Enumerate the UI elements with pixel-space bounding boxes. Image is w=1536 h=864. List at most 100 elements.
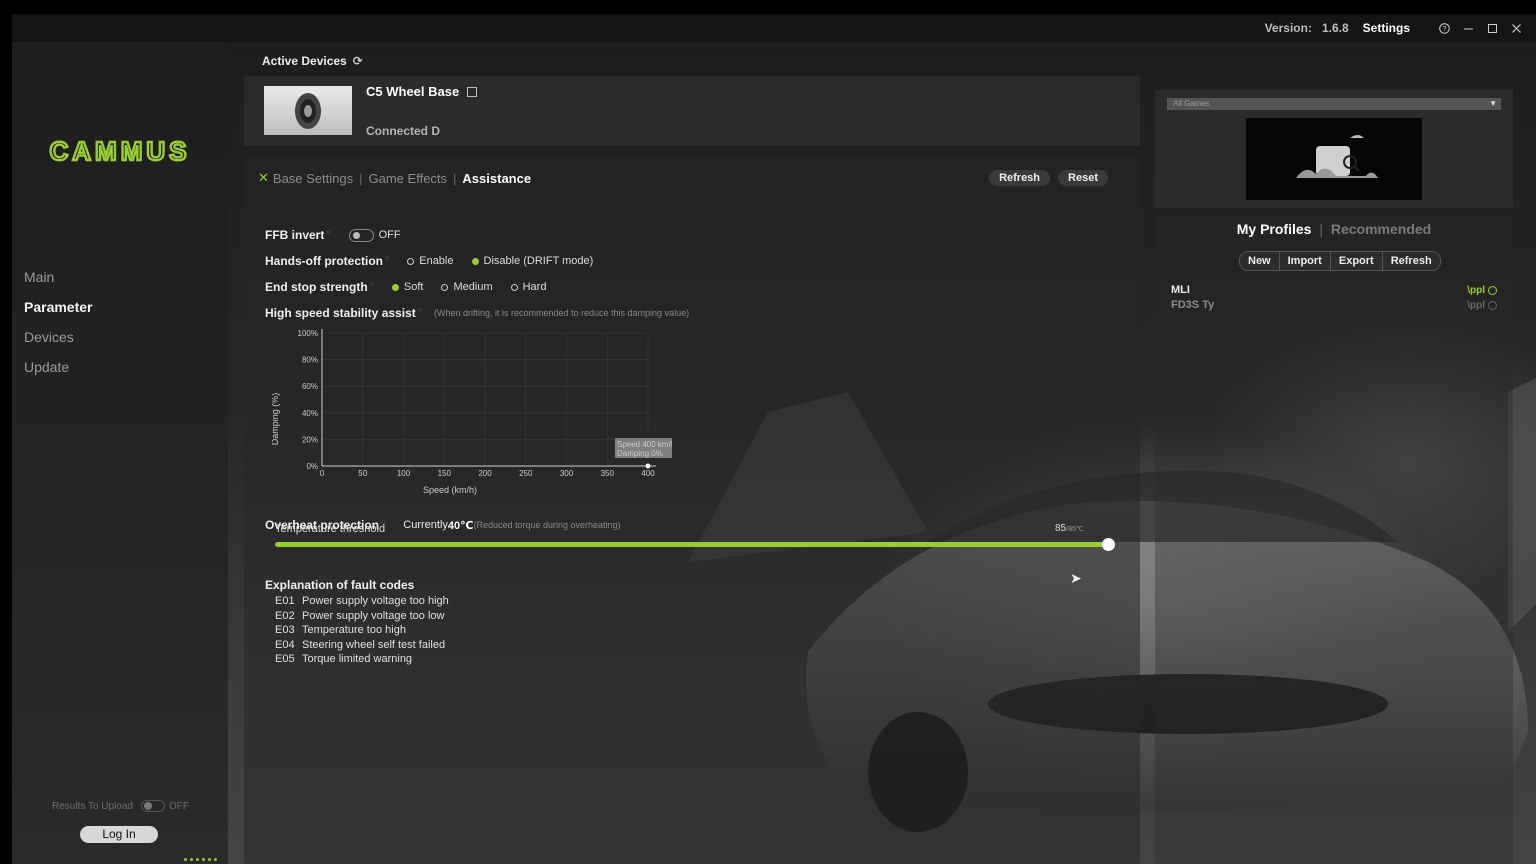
edit-icon[interactable] [467, 86, 478, 97]
tab-recommended[interactable]: Recommended [1331, 221, 1431, 237]
info-icon: ○ [417, 306, 422, 314]
version-label: Version: [1264, 21, 1312, 35]
tools-icon: ✕ [258, 170, 269, 185]
hands-off-label: Hands-off protection [265, 254, 383, 268]
device-name: C5 Wheel Base [366, 84, 478, 99]
chart-tooltip: Speed 400 km/h Damping 0% [615, 438, 672, 458]
chart-grid [321, 332, 649, 467]
ffb-invert-toggle[interactable] [348, 228, 374, 242]
sidebar-item-devices[interactable]: Devices [24, 322, 93, 352]
new-profile-button[interactable]: New [1240, 252, 1280, 270]
x-tick-label: 150 [438, 469, 452, 478]
profile-name: FD3S Ty [1171, 299, 1215, 311]
mouse-cursor-icon: ➤ [1070, 570, 1082, 586]
help-icon[interactable]: ? [1438, 22, 1450, 34]
tooltip-line1: Speed 400 km/h [617, 440, 672, 449]
overheat-note: (Reduced torque during overheating) [473, 520, 621, 530]
y-tick-label: 0% [306, 462, 318, 471]
login-button[interactable]: Log In [80, 826, 158, 843]
end-stop-hard-radio[interactable]: Hard [510, 281, 546, 293]
refresh-profiles-button[interactable]: Refresh [1382, 252, 1440, 270]
tab-base-settings[interactable]: Base Settings [273, 171, 353, 186]
maximize-icon[interactable] [1486, 22, 1498, 34]
profile-tabs: My Profiles | Recommended [1155, 221, 1513, 237]
list-item: E01 Power supply voltage too high [275, 595, 449, 607]
fault-codes-list: E01 Power supply voltage too high E02 Powe… [275, 594, 449, 667]
temperature-slider-fill [275, 542, 1108, 547]
y-tick-label: 40% [302, 409, 318, 418]
high-speed-hint: (When drifting, it is recommended to red… [433, 308, 690, 318]
hands-off-enable-radio[interactable]: Enable [407, 255, 454, 267]
y-tick-label: 20% [302, 435, 318, 444]
svg-text:CAMMUS: CAMMUS [50, 138, 191, 166]
y-tick-label: 60% [302, 382, 318, 391]
apply-profile-button[interactable]: \ppl [1467, 285, 1497, 296]
svg-text:?: ? [1442, 26, 1446, 33]
profile-name: MLI [1171, 284, 1190, 296]
ffb-invert-row: FFB invert ○ OFF [265, 228, 401, 242]
sidebar-item-update[interactable]: Update [24, 352, 93, 382]
app-window: Version: 1.6.8 Settings ? CAMMUS Main Pa… [12, 14, 1536, 864]
hands-off-disable-radio[interactable]: Disable (DRIFT mode) [471, 255, 593, 267]
fault-codes-title: Explanation of fault codes [265, 578, 415, 592]
reset-button[interactable]: Reset [1058, 170, 1108, 186]
close-icon[interactable] [1510, 22, 1522, 34]
chart-points [645, 463, 651, 469]
ffb-invert-state: OFF [378, 229, 401, 241]
tab-assistance[interactable]: Assistance [462, 171, 531, 186]
sidebar: CAMMUS Main Parameter Devices Update Res… [12, 42, 228, 864]
results-upload-row: Results To Upload OFF [52, 800, 189, 812]
upload-toggle[interactable] [140, 800, 165, 812]
overheat-current-prefix: Currently [403, 519, 448, 531]
active-devices-title: Active Devices [262, 54, 347, 68]
refresh-button[interactable]: Refresh [989, 170, 1051, 186]
profile-row[interactable]: FD3S Ty \ppl [1171, 298, 1497, 312]
refresh-devices-icon[interactable]: ⟳ [353, 54, 363, 68]
chevron-down-icon[interactable]: ▼ [1489, 98, 1497, 110]
end-stop-label: End stop strength [265, 280, 368, 294]
end-stop-row: End stop strength ○ Soft Medium Hard [265, 280, 546, 294]
settings-panel: ✕ Base Settings | Game Effects | Assista… [244, 156, 1140, 864]
settings-link[interactable]: Settings [1363, 21, 1410, 35]
high-speed-row: High speed stability assist ○ (When drif… [265, 306, 689, 320]
check-circle-icon [1488, 300, 1497, 310]
chart-x-ticks: 0 50 100 150 200 250 300 350 400 [320, 469, 655, 478]
end-stop-medium-radio[interactable]: Medium [441, 281, 493, 293]
info-icon: ○ [385, 254, 390, 262]
sidebar-item-parameter[interactable]: Parameter [24, 292, 93, 322]
export-profile-button[interactable]: Export [1330, 252, 1383, 270]
import-profile-button[interactable]: Import [1279, 252, 1331, 270]
info-icon: ○ [326, 228, 331, 236]
ffb-invert-label: FFB invert [265, 228, 325, 242]
hands-off-row: Hands-off protection ○ Enable Disable (D… [265, 254, 593, 268]
tab-my-profiles[interactable]: My Profiles [1237, 221, 1312, 237]
main-content: Active Devices ⟳ C5 Wheel Base Connected… [228, 42, 1536, 864]
chart-y-ticks: 0% 20% 40% 60% 80% 100% [298, 329, 318, 471]
temperature-slider[interactable] [275, 538, 1115, 551]
game-select-value: All Games [1173, 99, 1210, 108]
tab-separator: | [359, 170, 363, 186]
x-tick-label: 200 [478, 469, 492, 478]
device-card[interactable]: C5 Wheel Base Connected D [244, 76, 1140, 146]
list-item: E04 Steering wheel self test failed [275, 638, 446, 651]
x-tick-label: 50 [358, 469, 367, 478]
game-select[interactable]: All Games ▼ [1167, 98, 1501, 110]
end-stop-soft-radio[interactable]: Soft [391, 281, 423, 293]
damping-chart[interactable]: 0 50 100 150 200 250 300 350 400 0% 20% 40% 60% 80% 1… [272, 321, 672, 496]
tab-separator: | [453, 170, 457, 186]
profiles-panel: My Profiles | Recommended New Import Exp… [1155, 215, 1513, 864]
x-tick-label: 250 [519, 469, 533, 478]
profile-row[interactable]: MLI \ppl [1171, 283, 1497, 297]
title-bar: Version: 1.6.8 Settings ? [12, 14, 1536, 42]
temperature-slider-thumb[interactable] [1102, 538, 1115, 551]
version-number: 1.6.8 [1321, 21, 1349, 35]
sidebar-item-main[interactable]: Main [24, 262, 93, 292]
temperature-threshold-value: 85/85℃ [1055, 523, 1084, 534]
tab-game-effects[interactable]: Game Effects [369, 171, 448, 186]
settings-tabs: ✕ Base Settings | Game Effects | Assista… [258, 170, 531, 186]
device-name-text: C5 Wheel Base [366, 84, 460, 99]
chart-y-axis-title: Damping (%) [272, 393, 280, 446]
threshold-value-text: 85 [1055, 523, 1067, 534]
minimize-icon[interactable] [1462, 22, 1474, 34]
apply-profile-button[interactable]: \ppl [1467, 300, 1497, 311]
